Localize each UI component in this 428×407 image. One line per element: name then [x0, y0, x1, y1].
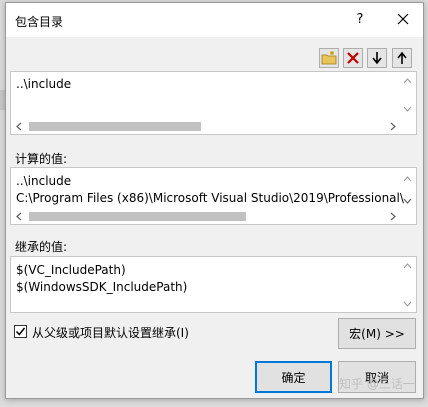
checkmark-icon	[15, 327, 26, 336]
computed-line: ..\include	[16, 174, 72, 188]
move-down-button[interactable]	[367, 48, 387, 68]
computed-horizontal-scrollbar[interactable]	[12, 209, 400, 224]
arrow-up-icon	[397, 51, 407, 64]
inherit-checkbox-label[interactable]: 从父级或项目默认设置继承(I)	[32, 324, 189, 341]
directory-editor[interactable]: ..\include	[10, 71, 417, 135]
editor-horizontal-scrollbar[interactable]	[12, 119, 400, 134]
close-icon	[397, 13, 409, 25]
inherited-vertical-scrollbar[interactable]	[400, 258, 415, 312]
computed-values-box: ..\include C:\Program Files (x86)\Micros…	[10, 167, 417, 225]
inherited-values-box: $(VC_IncludePath) $(WindowsSDK_IncludePa…	[10, 256, 417, 313]
title-bar: 包含目录 ?	[6, 3, 423, 37]
arrow-down-icon	[372, 52, 382, 65]
inherit-checkbox[interactable]	[14, 325, 27, 338]
new-line-button[interactable]	[319, 48, 339, 68]
include-directories-dialog: 包含目录 ? ..\include 计算的值: ..\include C:\Pr…	[5, 2, 424, 399]
new-folder-icon	[321, 51, 337, 65]
computed-vertical-scrollbar[interactable]	[400, 169, 415, 207]
ok-button[interactable]: 确定	[255, 361, 332, 393]
inherited-line: $(WindowsSDK_IncludePath)	[16, 280, 188, 294]
move-up-button[interactable]	[392, 48, 412, 68]
inherited-line: $(VC_IncludePath)	[16, 263, 126, 277]
delete-icon	[347, 52, 359, 64]
help-button[interactable]: ?	[353, 12, 367, 27]
editor-vertical-scrollbar[interactable]	[400, 73, 415, 117]
inherited-values-label: 继承的值:	[15, 240, 68, 254]
computed-line: C:\Program Files (x86)\Microsoft Visual …	[16, 191, 404, 205]
close-button[interactable]	[393, 9, 413, 29]
delete-line-button[interactable]	[343, 48, 363, 68]
editor-line[interactable]: ..\include	[16, 77, 71, 91]
macros-button[interactable]: 宏(M) >>	[338, 318, 416, 349]
dialog-title: 包含目录	[15, 15, 64, 29]
computed-values-label: 计算的值:	[15, 152, 68, 166]
watermark: 知乎 @三话一	[339, 377, 415, 391]
